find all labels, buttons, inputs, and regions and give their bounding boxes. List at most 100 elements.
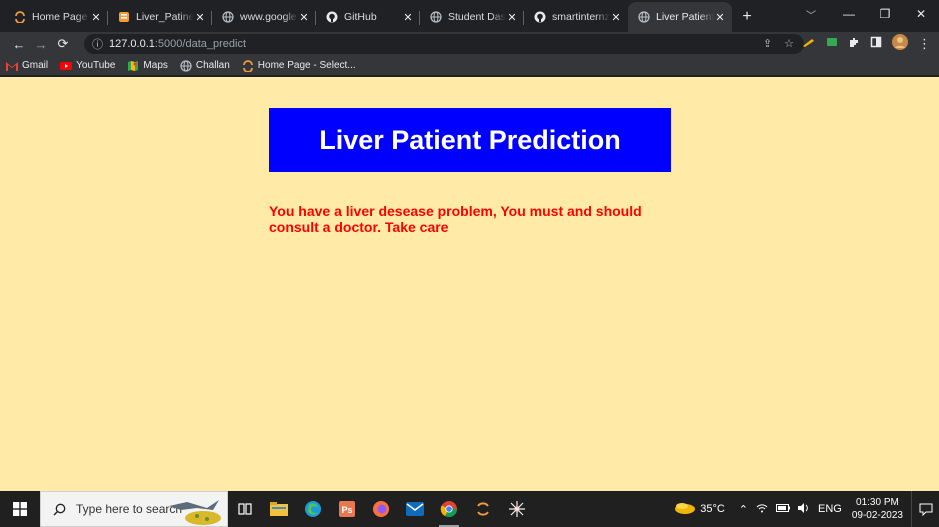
tab-close-icon[interactable]: ✕	[194, 11, 206, 24]
tab-title: Liver_Patinet_A	[136, 11, 194, 23]
windows-taskbar: Type here to search Ps 35°C ⌃ ENG 01:30 …	[0, 491, 939, 527]
maps-icon	[127, 60, 139, 72]
tab-close-icon[interactable]: ✕	[298, 11, 310, 24]
tab-close-icon[interactable]: ✕	[90, 11, 102, 24]
tab-close-icon[interactable]: ✕	[402, 11, 414, 24]
browser-tab[interactable]: Home Page - S✕	[4, 2, 108, 32]
taskbar-search-box[interactable]: Type here to search	[40, 491, 228, 527]
forward-button[interactable]: →	[30, 37, 52, 52]
search-highlight-art-icon	[167, 494, 223, 526]
address-bar[interactable]: ⓘ 127.0.0.1:5000/data_predict ⇪ ☆	[84, 34, 804, 54]
globe-icon	[430, 11, 442, 23]
share-icon[interactable]: ⇪	[763, 37, 772, 50]
weather-widget[interactable]: 35°C	[674, 501, 725, 518]
clock[interactable]: 01:30 PM 09-02-2023	[852, 496, 903, 522]
tab-search-icon[interactable]: ﹀	[795, 7, 827, 22]
browser-tab[interactable]: Liver_Patinet_A✕	[108, 2, 212, 32]
page-header-banner: Liver Patient Prediction	[269, 108, 671, 172]
profile-avatar[interactable]	[892, 33, 908, 55]
system-tray: 35°C ⌃ ENG 01:30 PM 09-02-2023	[674, 491, 939, 527]
task-view-icon[interactable]	[228, 491, 262, 527]
browser-tab[interactable]: GitHub ✕	[316, 2, 420, 32]
weather-temperature: 35°C	[700, 503, 725, 515]
browser-tab[interactable]: smartinternz02✕	[524, 2, 628, 32]
globe-icon	[222, 11, 234, 23]
bookmark-label: Maps	[143, 60, 168, 71]
side-panel-icon[interactable]	[870, 35, 882, 53]
browser-tab[interactable]: www.google.co✕	[212, 2, 316, 32]
bookmark-item[interactable]: YouTube	[60, 60, 115, 71]
tab-list: Home Page - S✕Liver_Patinet_A✕www.google…	[0, 0, 732, 32]
tab-close-icon[interactable]: ✕	[714, 11, 726, 24]
window-controls: ﹀ — ❐ ✕	[795, 0, 939, 28]
bookmark-item[interactable]: Gmail	[6, 60, 48, 71]
url-path: :5000/data_predict	[154, 38, 247, 50]
github-icon	[326, 11, 338, 23]
chevron-up-icon[interactable]: ⌃	[739, 503, 748, 516]
document-icon	[118, 11, 130, 23]
new-tab-button[interactable]: +	[732, 2, 762, 32]
url-host: 127.0.0.1	[109, 38, 155, 50]
globe-icon	[638, 11, 650, 23]
mail-icon[interactable]	[398, 491, 432, 527]
prediction-result: You have a liver desease problem, You mu…	[269, 203, 642, 235]
browser-toolbar: ← → ⟳ ⓘ 127.0.0.1:5000/data_predict ⇪ ☆ …	[0, 32, 939, 56]
extension-pencil-icon[interactable]	[802, 35, 816, 53]
weather-sun-icon	[674, 501, 696, 518]
clock-time: 01:30 PM	[856, 497, 899, 508]
bookmark-item[interactable]: Challan	[180, 59, 230, 72]
notification-icon	[919, 503, 932, 516]
menu-kebab-icon[interactable]: ⋮	[918, 36, 931, 52]
firefox-icon[interactable]	[364, 491, 398, 527]
bookmark-label: Home Page - Select...	[257, 60, 356, 71]
page-viewport: Liver Patient Prediction You have a live…	[0, 77, 939, 491]
tab-strip: Home Page - S✕Liver_Patinet_A✕www.google…	[0, 0, 939, 32]
battery-icon[interactable]	[776, 503, 790, 515]
tab-close-icon[interactable]: ✕	[506, 11, 518, 24]
clock-date: 09-02-2023	[851, 510, 903, 521]
file-explorer-icon[interactable]	[262, 491, 296, 527]
globe-icon	[180, 59, 192, 72]
start-button[interactable]	[0, 491, 40, 527]
chrome-icon[interactable]	[432, 491, 466, 527]
tab-title: www.google.co	[240, 11, 298, 23]
tab-title: Student Dashb	[448, 11, 506, 23]
paint-app-icon[interactable]: Ps	[330, 491, 364, 527]
bookmarks-bar: Gmail YouTube Maps Challan Home Page - Selec…	[0, 56, 939, 76]
browser-tab[interactable]: Liver Patient A✕	[628, 2, 732, 32]
youtube-icon	[60, 61, 73, 71]
restore-button[interactable]: ❐	[867, 7, 903, 21]
swirl-icon	[14, 11, 26, 23]
tab-title: Liver Patient A	[656, 11, 714, 23]
tab-title: GitHub	[344, 11, 377, 23]
notification-center-button[interactable]	[911, 491, 939, 527]
browser-tab[interactable]: Student Dashb✕	[420, 2, 524, 32]
bookmark-item[interactable]: Maps	[127, 60, 168, 72]
spider-app-icon[interactable]	[500, 491, 534, 527]
input-language[interactable]: ENG	[818, 503, 842, 515]
close-window-button[interactable]: ✕	[903, 7, 939, 21]
tab-title: Home Page - S	[32, 11, 90, 23]
github-icon	[534, 11, 546, 23]
extensions-puzzle-icon[interactable]	[848, 35, 860, 53]
svg-text:Ps: Ps	[342, 505, 353, 515]
page-title: Liver Patient Prediction	[319, 124, 621, 155]
extension-wallet-icon[interactable]	[826, 35, 838, 53]
bookmark-label: Gmail	[22, 60, 49, 71]
search-icon	[53, 503, 66, 516]
site-info-icon[interactable]: ⓘ	[92, 36, 103, 52]
bookmark-label: YouTube	[76, 60, 116, 71]
wifi-icon[interactable]	[756, 503, 768, 516]
anaconda-icon[interactable]	[466, 491, 500, 527]
volume-icon[interactable]	[798, 502, 810, 516]
swirl-icon	[242, 59, 254, 72]
reload-button[interactable]: ⟳	[52, 36, 74, 52]
windows-logo-icon	[13, 502, 27, 516]
gmail-icon	[6, 61, 18, 71]
bookmark-item[interactable]: Home Page - Select...	[242, 59, 356, 72]
back-button[interactable]: ←	[8, 37, 30, 52]
minimize-button[interactable]: —	[831, 7, 867, 21]
tab-close-icon[interactable]: ✕	[610, 11, 622, 24]
edge-browser-icon[interactable]	[296, 491, 330, 527]
bookmark-star-icon[interactable]: ☆	[784, 37, 794, 50]
